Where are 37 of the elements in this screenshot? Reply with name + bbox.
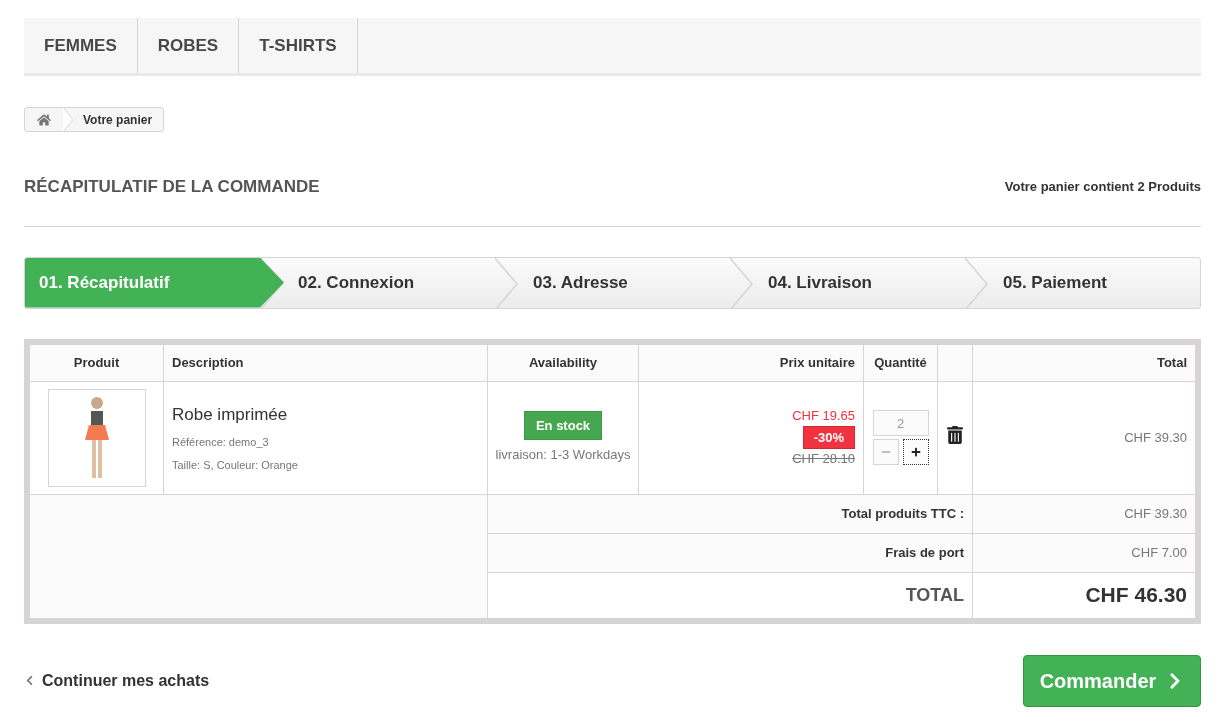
summary-value: CHF 46.30 <box>972 572 1196 618</box>
summary-label: Total produits TTC : <box>487 494 973 533</box>
column-header: Produit <box>29 344 164 381</box>
summary-label: Frais de port <box>487 533 973 572</box>
column-header: Total <box>972 344 1196 381</box>
menu-link[interactable]: T-SHIRTS <box>239 18 358 73</box>
delete-icon[interactable] <box>946 425 964 444</box>
checkout-step[interactable]: 02. Connexion <box>284 257 495 308</box>
summary-label: TOTAL <box>487 572 973 618</box>
checkout-step[interactable]: 04. Livraison <box>754 257 965 308</box>
page-title: RÉCAPITULATIF DE LA COMMANDE <box>24 176 320 198</box>
menu-link[interactable]: ROBES <box>137 18 240 73</box>
product-reference: Référence: demo_3 <box>172 435 270 451</box>
row-total: CHF 39.30 <box>972 381 1196 494</box>
availability-label: En stock <box>523 410 603 440</box>
cart-count: Votre panier contient 2 Produits <box>1004 178 1201 196</box>
menu-link[interactable]: FEMMES <box>24 18 138 73</box>
product-attributes: Taille: S, Couleur: Orange <box>172 457 299 473</box>
chevron-left-icon <box>24 675 35 686</box>
column-header: Availability <box>487 344 639 381</box>
summary-value: CHF 7.00 <box>972 533 1196 572</box>
increase-button[interactable] <box>902 439 929 465</box>
checkout-step[interactable]: 03. Adresse <box>519 257 730 308</box>
summary-value: CHF 39.30 <box>972 494 1196 533</box>
column-header: Description <box>163 344 488 381</box>
product-name[interactable]: Robe imprimée <box>172 401 487 428</box>
column-header: Prix unitaire <box>638 344 864 381</box>
old-price: CHF 28.10 <box>791 450 855 469</box>
sale-price: CHF 19.65 <box>791 407 855 426</box>
delivery-time: livraison: 1-3 Workdays <box>494 446 632 464</box>
plus-icon <box>910 447 921 457</box>
column-header: Quantité <box>863 344 938 381</box>
continue-shopping-link[interactable]: Continuer mes achats <box>24 668 210 693</box>
breadcrumb-current: Votre panier <box>82 111 154 129</box>
checkout-step[interactable]: 05. Paiement <box>989 257 1200 308</box>
discount-label: -30% <box>802 425 855 450</box>
product-photo-placeholder[interactable] <box>47 388 146 487</box>
